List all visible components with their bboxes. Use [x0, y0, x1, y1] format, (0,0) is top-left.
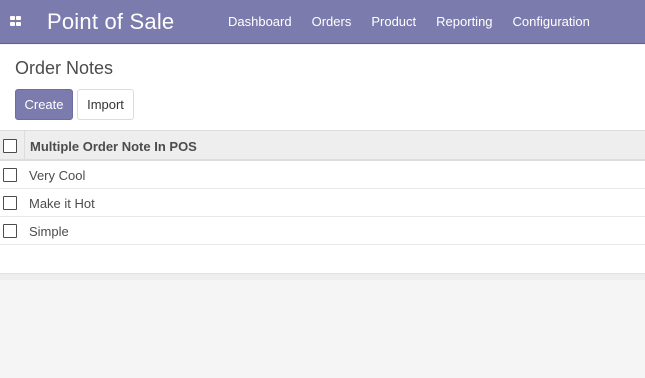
list-table: Multiple Order Note In POS Very Cool Mak…: [0, 130, 645, 273]
table-row[interactable]: Very Cool: [0, 161, 645, 189]
row-checkbox[interactable]: [3, 224, 17, 238]
row-label: Simple: [29, 224, 69, 239]
page-background: [0, 280, 645, 378]
row-label: Very Cool: [29, 168, 86, 183]
row-checkbox[interactable]: [3, 196, 17, 210]
select-all-checkbox[interactable]: [3, 139, 17, 153]
column-divider: [24, 131, 25, 160]
table-footer: [0, 273, 645, 280]
main-content: Order Notes Create Import Multiple Order…: [0, 45, 645, 273]
apps-grid-icon[interactable]: [10, 16, 21, 26]
app-title[interactable]: Point of Sale: [47, 9, 174, 35]
column-header-order-note[interactable]: Multiple Order Note In POS: [30, 139, 197, 154]
control-panel: Order Notes Create Import: [0, 45, 645, 130]
row-label: Make it Hot: [29, 196, 95, 211]
row-checkbox[interactable]: [3, 168, 17, 182]
top-navbar: Point of Sale Dashboard Orders Product R…: [0, 0, 645, 44]
import-button[interactable]: Import: [77, 89, 134, 120]
menu-item-dashboard[interactable]: Dashboard: [218, 0, 302, 44]
table-row[interactable]: Make it Hot: [0, 189, 645, 217]
breadcrumb: Order Notes: [15, 58, 114, 78]
menu-item-reporting[interactable]: Reporting: [426, 0, 502, 44]
empty-row: [0, 245, 645, 273]
table-row[interactable]: Simple: [0, 217, 645, 245]
menu-item-product[interactable]: Product: [361, 0, 426, 44]
menu-item-orders[interactable]: Orders: [302, 0, 362, 44]
table-header: Multiple Order Note In POS: [0, 130, 645, 161]
main-menu: Dashboard Orders Product Reporting Confi…: [218, 0, 600, 44]
menu-item-configuration[interactable]: Configuration: [503, 0, 600, 44]
create-button[interactable]: Create: [15, 89, 73, 120]
